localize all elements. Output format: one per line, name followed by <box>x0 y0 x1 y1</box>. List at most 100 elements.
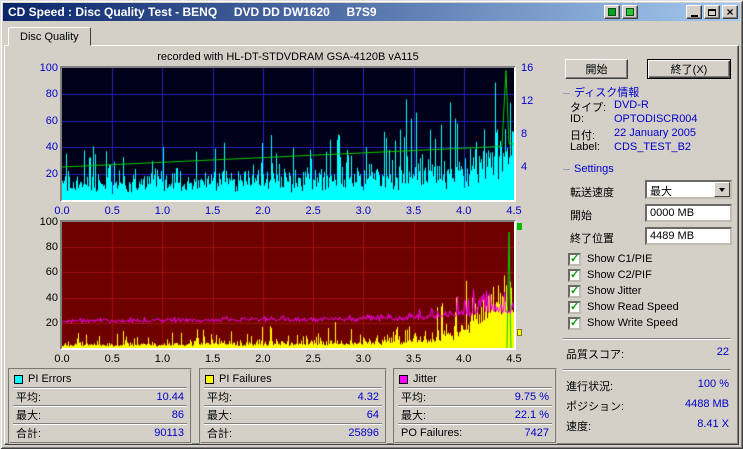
pi-errors-stats-header: PI Errors <box>12 371 188 387</box>
stats-title: PI Failures <box>219 373 272 385</box>
disc-label-label: Label: <box>570 141 600 153</box>
jitter-stats-header: Jitter <box>397 371 553 387</box>
speed-end-marker <box>517 223 522 230</box>
pi-errors-canvas <box>62 68 514 200</box>
chevron-down-icon <box>719 187 725 192</box>
checkbox-show-c2-pif[interactable]: Show C2/PIF <box>568 268 652 282</box>
stats-title: PI Errors <box>28 373 72 385</box>
minimize-button[interactable] <box>686 5 702 19</box>
disc-label-value: CDS_TEST_B2 <box>614 141 692 153</box>
checkbox-show-read-speed[interactable]: Show Read Speed <box>568 300 679 314</box>
pi-errors-stats-box: PI Errors 平均: 10.44 最大: 86 合計: 90113 <box>8 368 192 444</box>
stats-value: 86 <box>171 409 184 421</box>
pi-errors-swatch <box>14 374 23 384</box>
maximize-icon <box>708 8 716 16</box>
checkbox-icon[interactable] <box>568 316 581 330</box>
checkbox-icon[interactable] <box>568 284 581 298</box>
stats-value: 25896 <box>348 427 379 439</box>
separator <box>563 338 731 340</box>
start-position-input[interactable]: 0000 MB <box>645 204 732 222</box>
position-value: 4488 MB <box>684 398 729 410</box>
stats-value: 4.32 <box>357 391 379 403</box>
green-tool-icon <box>608 8 616 16</box>
green-tool-icon <box>626 8 634 16</box>
pi-failures-stats-header: PI Failures <box>203 371 383 387</box>
checkbox-icon[interactable] <box>568 300 581 314</box>
stats-label: 最大: <box>401 410 427 422</box>
stats-row: 合計: 25896 <box>203 425 383 441</box>
close-button[interactable]: × <box>722 5 738 19</box>
checkbox-icon[interactable] <box>568 252 581 266</box>
disc-info-row-id: ID: OPTODISCR004 <box>570 113 735 125</box>
stats-value: 10.44 <box>156 391 184 403</box>
stats-value: 64 <box>366 409 379 421</box>
stats-row: 最大: 64 <box>203 407 383 423</box>
recorded-note: recorded with HL-DT-STDVDRAM GSA-4120B v… <box>157 51 419 63</box>
checkbox-show-write-speed[interactable]: Show Write Speed <box>568 316 678 330</box>
maximize-button[interactable] <box>704 5 720 19</box>
quality-score-label: 品質スコア: <box>566 349 625 361</box>
settings-header: Settings <box>563 163 614 175</box>
stats-row: 最大: 86 <box>12 407 188 423</box>
start-button[interactable]: 開始 <box>565 59 628 79</box>
minimize-icon <box>690 14 698 17</box>
pi-failures-end-marker <box>517 329 522 336</box>
stats-label: 平均: <box>401 392 427 404</box>
combo-dropdown-button[interactable] <box>714 182 730 197</box>
transfer-speed-value: 最大 <box>650 186 672 197</box>
end-position-label: 終了位置 <box>570 233 614 245</box>
pi-failures-stats-box: PI Failures 平均: 4.32 最大: 64 合計: 25896 <box>199 368 387 444</box>
stats-label: 合計: <box>207 428 233 440</box>
progress-row: 進行状況: 100 % <box>566 378 729 394</box>
end-position-input[interactable]: 4489 MB <box>645 227 732 245</box>
speed-label: 速度: <box>566 421 592 433</box>
checkbox-label: Show Read Speed <box>587 301 679 313</box>
tab-disc-quality[interactable]: Disc Quality <box>8 27 91 46</box>
checkbox-show-jitter[interactable]: Show Jitter <box>568 284 641 298</box>
quality-score-row: 品質スコア: 22 <box>566 346 729 362</box>
position-label: ポジション: <box>566 401 625 413</box>
position-row: ポジション: 4488 MB <box>566 398 729 414</box>
titlebar[interactable]: CD Speed : Disc Quality Test - BENQ DVD … <box>3 3 740 21</box>
speed-row: 速度: 8.41 X <box>566 418 729 434</box>
stats-value: 9.75 % <box>514 391 549 403</box>
transfer-speed-select[interactable]: 最大 <box>645 180 732 199</box>
stats-row: 平均: 10.44 <box>12 389 188 405</box>
stats-label: 最大: <box>207 410 233 422</box>
checkbox-label: Show Write Speed <box>587 317 678 329</box>
start-position-label: 開始 <box>570 210 592 222</box>
transfer-speed-label: 転送速度 <box>570 187 614 199</box>
stats-label: 合計: <box>16 428 42 440</box>
stats-label: 平均: <box>207 392 233 404</box>
close-icon: × <box>726 4 734 19</box>
stats-label: PO Failures: <box>401 427 463 439</box>
stats-value: 90113 <box>154 427 184 439</box>
exit-button[interactable]: 終了(X) <box>647 59 731 79</box>
stats-title: Jitter <box>413 373 437 385</box>
speed-value: 8.41 X <box>697 418 729 430</box>
stats-row: 平均: 4.32 <box>203 389 383 405</box>
checkbox-label: Show C1/PIE <box>587 253 653 265</box>
checkbox-icon[interactable] <box>568 268 581 282</box>
jitter-swatch <box>399 374 408 384</box>
stats-label: 平均: <box>16 392 42 404</box>
checkbox-label: Show C2/PIF <box>587 269 652 281</box>
pi-failures-swatch <box>205 374 214 384</box>
separator <box>563 369 731 371</box>
pi-errors-chart <box>60 66 516 202</box>
jitter-stats-box: Jitter 平均: 9.75 % 最大: 22.1 % PO Failures… <box>393 368 557 444</box>
pi-failures-canvas <box>62 222 514 348</box>
pi-failures-jitter-chart <box>60 220 516 350</box>
stats-row: 平均: 9.75 % <box>397 389 553 405</box>
checkbox-show-c1-pie[interactable]: Show C1/PIE <box>568 252 652 266</box>
stats-row: 合計: 90113 <box>12 425 188 441</box>
stats-row: 最大: 22.1 % <box>397 407 553 423</box>
stats-value: 22.1 % <box>514 409 549 421</box>
checkbox-label: Show Jitter <box>587 285 642 297</box>
disc-id-value: OPTODISCR004 <box>614 113 698 125</box>
titlebar-tool-button-2[interactable] <box>622 5 638 19</box>
titlebar-tool-button-1[interactable] <box>604 5 620 19</box>
progress-label: 進行状況: <box>566 381 614 393</box>
disc-info-header: ディスク情報 <box>563 84 639 100</box>
stats-value: 7427 <box>524 427 549 439</box>
